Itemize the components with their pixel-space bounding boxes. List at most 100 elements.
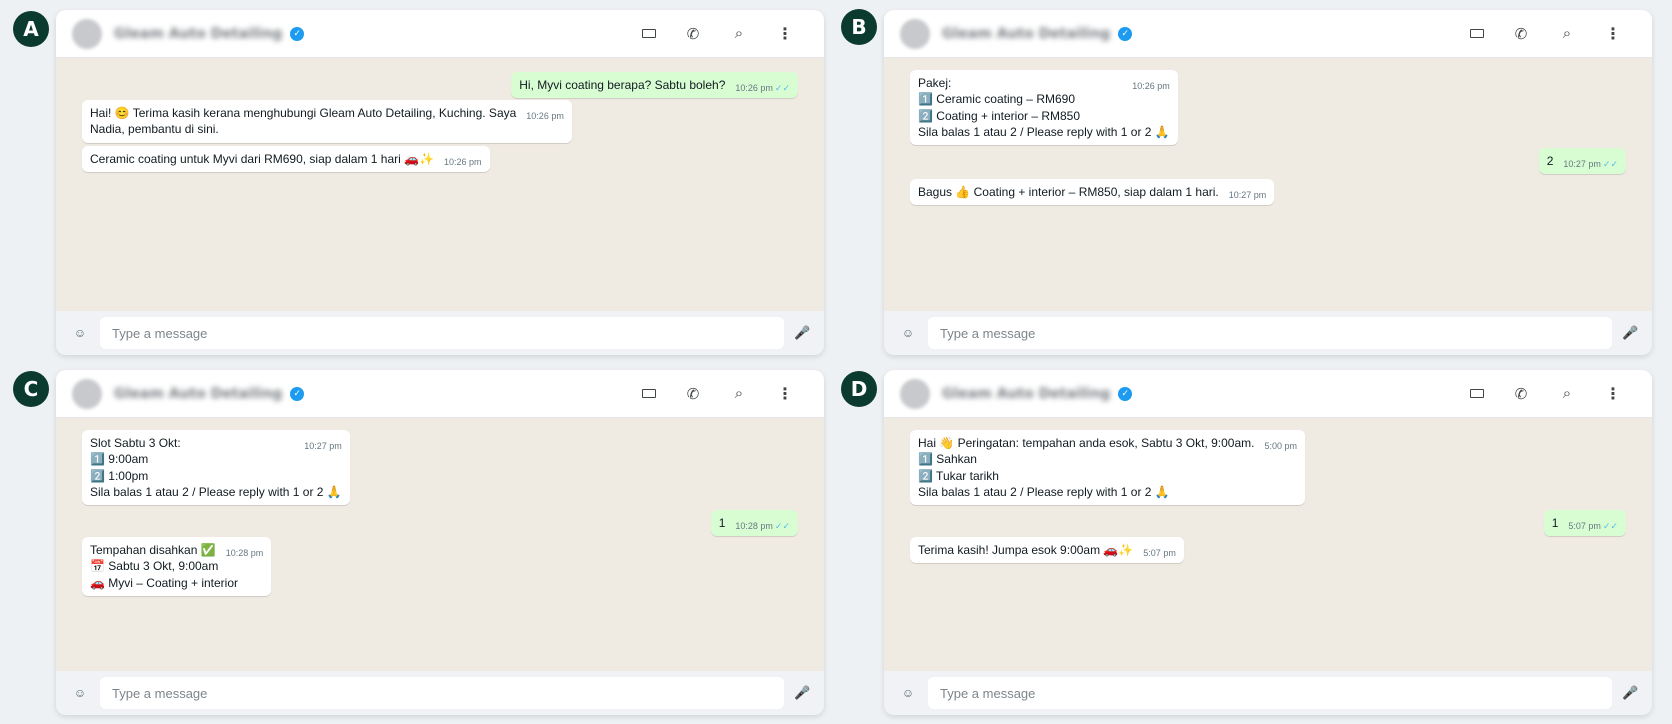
search-icon[interactable]: ⌕ xyxy=(1558,25,1576,42)
message-text: 2 xyxy=(1546,154,1554,168)
contact-name[interactable]: Gleam Auto Detailing xyxy=(114,386,282,402)
message-time-text: 10:26 pm xyxy=(735,83,773,93)
chat-window-b: Gleam Auto Detailing ✓ ✆ ⌕ ⋮ 10:26 pm Pak… xyxy=(884,10,1652,355)
panel-label-b: B xyxy=(841,9,877,45)
message-time-text: 5:07 pm xyxy=(1143,548,1176,558)
header-actions: ✆ ⌕ ⋮ xyxy=(642,24,794,44)
emoji-icon[interactable]: ☺ xyxy=(900,686,916,700)
message-time-text: 10:26 pm xyxy=(1132,81,1170,91)
outgoing-message[interactable]: 10:27 pm ✓✓ 2 xyxy=(1538,148,1626,175)
message-time: 10:26 pm xyxy=(526,111,564,121)
search-icon[interactable]: ⌕ xyxy=(1558,385,1576,402)
contact-name[interactable]: Gleam Auto Detailing xyxy=(942,386,1110,402)
message-time-text: 10:26 pm xyxy=(526,111,564,121)
video-icon[interactable] xyxy=(642,29,656,38)
contact-avatar[interactable] xyxy=(900,378,930,409)
incoming-message[interactable]: 10:26 pm Pakej: 1️⃣ Ceramic coating – RM6… xyxy=(910,70,1178,146)
mic-icon[interactable]: 🎤 xyxy=(1622,325,1638,341)
kebab-menu-icon[interactable]: ⋮ xyxy=(1604,24,1622,44)
contact-avatar[interactable] xyxy=(900,18,930,49)
message-text: 1 xyxy=(1551,516,1559,530)
mic-icon[interactable]: 🎤 xyxy=(794,685,810,701)
phone-icon[interactable]: ✆ xyxy=(1512,25,1530,43)
message-composer: ☺ 🎤 xyxy=(56,311,824,355)
phone-icon[interactable]: ✆ xyxy=(1512,385,1530,403)
message-time-text: 5:00 pm xyxy=(1264,441,1298,451)
message-composer: ☺ 🎤 xyxy=(56,671,824,715)
read-ticks-icon: ✓✓ xyxy=(774,521,790,531)
read-ticks-icon: ✓✓ xyxy=(1602,159,1618,169)
message-time: 10:27 pm xyxy=(1229,190,1267,200)
outgoing-message[interactable]: 10:28 pm ✓✓ 1 xyxy=(710,510,798,537)
chat-window-d: Gleam Auto Detailing ✓ ✆ ⌕ ⋮ 5:00 pm Hai … xyxy=(884,370,1652,715)
kebab-menu-icon[interactable]: ⋮ xyxy=(1604,384,1622,404)
incoming-message[interactable]: 10:27 pm Bagus 👍 Coating + interior – RM8… xyxy=(910,179,1275,206)
panel-label-c: C xyxy=(13,371,49,407)
chat-header: Gleam Auto Detailing ✓ ✆ ⌕ ⋮ xyxy=(884,370,1652,418)
message-input[interactable] xyxy=(100,677,784,709)
message-time-text: 10:28 pm xyxy=(225,548,264,558)
contact-avatar[interactable] xyxy=(72,18,102,49)
message-input[interactable] xyxy=(928,677,1612,709)
mic-icon[interactable]: 🎤 xyxy=(794,325,810,341)
contact-name[interactable]: Gleam Auto Detailing xyxy=(114,26,282,42)
outgoing-message[interactable]: 10:26 pm ✓✓ Hi, Myvi coating berapa? Sabtu… xyxy=(511,72,798,99)
contact-name[interactable]: Gleam Auto Detailing xyxy=(942,26,1110,42)
panel-label-d: D xyxy=(841,371,877,407)
message-text: Terima kasih! Jumpa esok 9:00am 🚗✨ xyxy=(918,543,1134,557)
verified-check-icon: ✓ xyxy=(290,26,305,41)
message-text: Tempahan disahkan ✅ 📅 Sabtu 3 Okt, 9:00a… xyxy=(90,543,238,590)
verified-check-icon: ✓ xyxy=(1118,386,1133,401)
message-time-text: 10:27 pm xyxy=(1563,159,1601,169)
message-time-text: 10:26 pm xyxy=(444,157,482,167)
search-icon[interactable]: ⌕ xyxy=(730,385,748,402)
message-composer: ☺ 🎤 xyxy=(884,671,1652,715)
video-icon[interactable] xyxy=(1470,389,1484,398)
incoming-message[interactable]: 10:28 pm Tempahan disahkan ✅ 📅 Sabtu 3 Ok… xyxy=(82,537,272,596)
emoji-icon[interactable]: ☺ xyxy=(900,326,916,340)
search-icon[interactable]: ⌕ xyxy=(730,25,748,42)
chat-header: Gleam Auto Detailing ✓ ✆ ⌕ ⋮ xyxy=(884,10,1652,58)
message-input[interactable] xyxy=(100,317,784,349)
phone-icon[interactable]: ✆ xyxy=(684,385,702,403)
message-time: 10:26 pm ✓✓ xyxy=(735,83,790,93)
incoming-message[interactable]: 10:26 pm Ceramic coating untuk Myvi dari … xyxy=(82,146,490,173)
kebab-menu-icon[interactable]: ⋮ xyxy=(776,24,794,44)
message-time-text: 10:28 pm xyxy=(735,521,773,531)
message-time: 10:27 pm ✓✓ xyxy=(1563,159,1618,169)
emoji-icon[interactable]: ☺ xyxy=(72,326,88,340)
message-list: 10:26 pm ✓✓ Hi, Myvi coating berapa? Sabtu… xyxy=(56,58,824,311)
message-time: 10:27 pm xyxy=(304,441,342,451)
phone-icon[interactable]: ✆ xyxy=(684,25,702,43)
kebab-menu-icon[interactable]: ⋮ xyxy=(776,384,794,404)
read-ticks-icon: ✓✓ xyxy=(774,83,790,93)
contact-avatar[interactable] xyxy=(72,378,102,409)
chat-header: Gleam Auto Detailing ✓ ✆ ⌕ ⋮ xyxy=(56,370,824,418)
message-text: Hi, Myvi coating berapa? Sabtu boleh? xyxy=(519,78,726,92)
chat-window-a: Gleam Auto Detailing ✓ ✆ ⌕ ⋮ 10:26 pm ✓✓ H… xyxy=(56,10,824,355)
message-list: 10:26 pm Pakej: 1️⃣ Ceramic coating – RM6… xyxy=(884,58,1652,311)
message-time: 5:07 pm xyxy=(1143,548,1176,558)
incoming-message[interactable]: 5:00 pm Hai 👋 Peringatan: tempahan anda e… xyxy=(910,430,1306,506)
verified-check-icon: ✓ xyxy=(1118,26,1133,41)
message-composer: ☺ 🎤 xyxy=(884,311,1652,355)
message-time: 5:07 pm ✓✓ xyxy=(1568,521,1618,531)
video-icon[interactable] xyxy=(1470,29,1484,38)
message-list: 5:00 pm Hai 👋 Peringatan: tempahan anda e… xyxy=(884,418,1652,671)
message-input[interactable] xyxy=(928,317,1612,349)
message-time-text: 10:27 pm xyxy=(1228,190,1267,200)
message-time: 10:28 pm ✓✓ xyxy=(735,521,790,531)
video-icon[interactable] xyxy=(642,389,656,398)
message-time: 10:28 pm xyxy=(226,548,264,558)
header-actions: ✆ ⌕ ⋮ xyxy=(1470,384,1622,404)
message-time: 10:26 pm xyxy=(444,157,482,167)
message-text: Hai! 😊 Terima kasih kerana menghubungi G… xyxy=(90,106,517,137)
message-text: 1 xyxy=(718,516,726,530)
outgoing-message[interactable]: 5:07 pm ✓✓ 1 xyxy=(1543,510,1626,537)
incoming-message[interactable]: 10:27 pm Slot Sabtu 3 Okt: 1️⃣ 9:00am 2️⃣… xyxy=(82,430,350,506)
incoming-message[interactable]: 5:07 pm Terima kasih! Jumpa esok 9:00am 🚗… xyxy=(910,537,1184,564)
incoming-message[interactable]: 10:26 pm Hai! 😊 Terima kasih kerana mengh… xyxy=(82,100,572,143)
header-actions: ✆ ⌕ ⋮ xyxy=(642,384,794,404)
mic-icon[interactable]: 🎤 xyxy=(1622,685,1638,701)
emoji-icon[interactable]: ☺ xyxy=(72,686,88,700)
